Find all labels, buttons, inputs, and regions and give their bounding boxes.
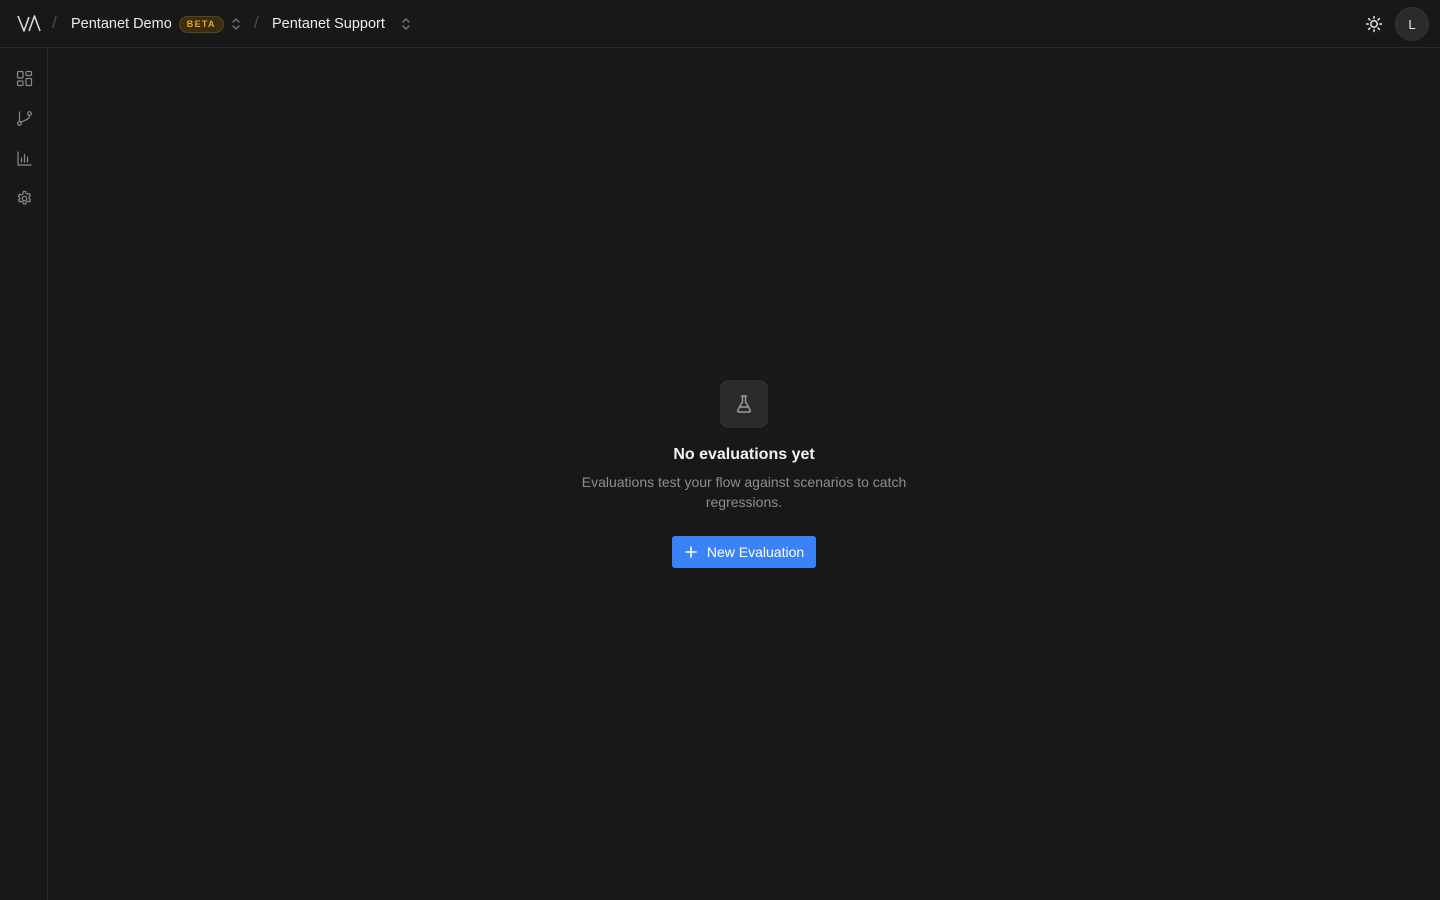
empty-state-title: No evaluations yet [673,446,815,463]
sidebar-item-dashboard[interactable] [8,62,40,94]
bar-chart-icon [16,150,33,167]
sun-icon[interactable] [1364,14,1384,34]
workspace-chevron-icon[interactable] [228,16,244,32]
new-evaluation-label: New Evaluation [706,544,805,560]
flow-branch-icon [16,110,33,127]
plus-icon [684,545,707,559]
top-bar: / Pentanet Demo BETA / Pentanet Support … [0,0,1440,48]
empty-state-description: Evaluations test your flow against scena… [581,474,907,510]
breadcrumb-separator: / [254,13,259,32]
sidebar-item-flows[interactable] [8,102,40,134]
avatar[interactable]: L [1395,7,1429,41]
workspace-name: Pentanet Demo [71,16,172,32]
flask-icon [720,380,768,428]
project-switcher[interactable]: Pentanet Support [272,0,385,48]
breadcrumb-separator: / [52,13,57,32]
workspace-switcher[interactable]: Pentanet Demo BETA [71,0,224,48]
project-chevron-icon[interactable] [398,16,414,32]
new-evaluation-button[interactable]: New Evaluation [672,536,816,568]
project-name: Pentanet Support [272,16,385,32]
empty-state: No evaluations yet Evaluations test your… [48,48,1440,900]
gear-icon [16,190,33,207]
sidebar [0,48,48,900]
va-logo-icon[interactable] [16,13,42,35]
dashboard-icon [16,70,33,87]
sidebar-item-analytics[interactable] [8,142,40,174]
sidebar-item-settings[interactable] [8,182,40,214]
beta-badge: BETA [178,15,224,33]
